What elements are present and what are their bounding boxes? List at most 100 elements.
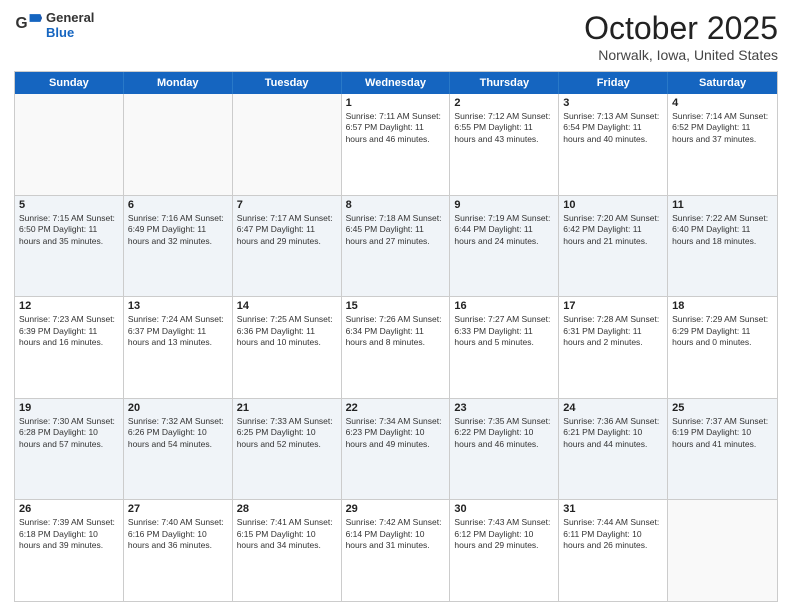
title-block: October 2025 Norwalk, Iowa, United State… (584, 10, 778, 63)
day-info-26: Sunrise: 7:39 AM Sunset: 6:18 PM Dayligh… (19, 517, 119, 551)
day-info-25: Sunrise: 7:37 AM Sunset: 6:19 PM Dayligh… (672, 416, 773, 450)
day-info-24: Sunrise: 7:36 AM Sunset: 6:21 PM Dayligh… (563, 416, 663, 450)
day-cell-19: 19Sunrise: 7:30 AM Sunset: 6:28 PM Dayli… (15, 399, 124, 500)
day-info-20: Sunrise: 7:32 AM Sunset: 6:26 PM Dayligh… (128, 416, 228, 450)
day-cell-23: 23 Sunrise: 7:35 AM Sunset: 6:22 PM Dayli… (450, 399, 559, 500)
day-number-11: 11 (672, 199, 773, 211)
day-number-14: 14 (237, 300, 337, 312)
day-cell-14: 14 Sunrise: 7:25 AM Sunset: 6:36 PM Dayli… (233, 297, 342, 398)
day-number-22: 22 (346, 402, 446, 414)
day-cell-6: 6 Sunrise: 7:16 AM Sunset: 6:49 PM Daylig… (124, 196, 233, 297)
day-cell-24: 24 Sunrise: 7:36 AM Sunset: 6:21 PM Dayli… (559, 399, 668, 500)
day-cell-5: 5 Sunrise: 7:15 AM Sunset: 6:50 PM Daylig… (15, 196, 124, 297)
day-info-30: Sunrise: 7:43 AM Sunset: 6:12 PM Dayligh… (454, 517, 554, 551)
day-cell-26: 26 Sunrise: 7:39 AM Sunset: 6:18 PM Dayli… (15, 500, 124, 601)
day-cell-16: 16 Sunrise: 7:27 AM Sunset: 6:33 PM Dayli… (450, 297, 559, 398)
calendar-row-3: 19Sunrise: 7:30 AM Sunset: 6:28 PM Dayli… (15, 399, 777, 501)
day-number-15: 15 (346, 300, 446, 312)
day-info-5: Sunrise: 7:15 AM Sunset: 6:50 PM Dayligh… (19, 213, 119, 247)
day-number-26: 26 (19, 503, 119, 515)
day-number-23: 23 (454, 402, 554, 414)
day-cell-25: 25 Sunrise: 7:37 AM Sunset: 6:19 PM Dayli… (668, 399, 777, 500)
day-number-7: 7 (237, 199, 337, 211)
day-info-10: Sunrise: 7:20 AM Sunset: 6:42 PM Dayligh… (563, 213, 663, 247)
day-number-18: 18 (672, 300, 773, 312)
day-info-16: Sunrise: 7:27 AM Sunset: 6:33 PM Dayligh… (454, 314, 554, 348)
header: G General Blue October 2025 Norwalk, Iow… (14, 10, 778, 63)
month-title: October 2025 (584, 10, 778, 47)
day-info-19: Sunrise: 7:30 AM Sunset: 6:28 PM Dayligh… (19, 416, 119, 450)
day-number-24: 24 (563, 402, 663, 414)
svg-text:G: G (16, 15, 28, 32)
day-info-3: Sunrise: 7:13 AM Sunset: 6:54 PM Dayligh… (563, 111, 663, 145)
day-info-8: Sunrise: 7:18 AM Sunset: 6:45 PM Dayligh… (346, 213, 446, 247)
day-info-13: Sunrise: 7:24 AM Sunset: 6:37 PM Dayligh… (128, 314, 228, 348)
day-number-31: 31 (563, 503, 663, 515)
day-info-1: Sunrise: 7:11 AM Sunset: 6:57 PM Dayligh… (346, 111, 446, 145)
day-info-22: Sunrise: 7:34 AM Sunset: 6:23 PM Dayligh… (346, 416, 446, 450)
empty-cell-0-1 (124, 94, 233, 195)
weekday-sunday: Sunday (15, 72, 124, 94)
day-number-29: 29 (346, 503, 446, 515)
generalblue-logo-icon: G (14, 11, 42, 39)
empty-cell-4-6 (668, 500, 777, 601)
empty-cell-0-0 (15, 94, 124, 195)
day-cell-21: 21Sunrise: 7:33 AM Sunset: 6:25 PM Dayli… (233, 399, 342, 500)
day-cell-29: 29 Sunrise: 7:42 AM Sunset: 6:14 PM Dayli… (342, 500, 451, 601)
day-cell-8: 8Sunrise: 7:18 AM Sunset: 6:45 PM Daylig… (342, 196, 451, 297)
day-info-14: Sunrise: 7:25 AM Sunset: 6:36 PM Dayligh… (237, 314, 337, 348)
day-cell-9: 9 Sunrise: 7:19 AM Sunset: 6:44 PM Daylig… (450, 196, 559, 297)
day-cell-4: 4 Sunrise: 7:14 AM Sunset: 6:52 PM Daylig… (668, 94, 777, 195)
day-number-3: 3 (563, 97, 663, 109)
day-info-21: Sunrise: 7:33 AM Sunset: 6:25 PM Dayligh… (237, 416, 337, 450)
day-cell-13: 13 Sunrise: 7:24 AM Sunset: 6:37 PM Dayli… (124, 297, 233, 398)
day-info-23: Sunrise: 7:35 AM Sunset: 6:22 PM Dayligh… (454, 416, 554, 450)
calendar-row-1: 5 Sunrise: 7:15 AM Sunset: 6:50 PM Daylig… (15, 196, 777, 298)
day-number-28: 28 (237, 503, 337, 515)
day-cell-20: 20Sunrise: 7:32 AM Sunset: 6:26 PM Dayli… (124, 399, 233, 500)
weekday-tuesday: Tuesday (233, 72, 342, 94)
calendar-header: SundayMondayTuesdayWednesdayThursdayFrid… (15, 72, 777, 94)
day-cell-12: 12Sunrise: 7:23 AM Sunset: 6:39 PM Dayli… (15, 297, 124, 398)
day-info-4: Sunrise: 7:14 AM Sunset: 6:52 PM Dayligh… (672, 111, 773, 145)
day-cell-3: 3 Sunrise: 7:13 AM Sunset: 6:54 PM Daylig… (559, 94, 668, 195)
page: G General Blue October 2025 Norwalk, Iow… (0, 0, 792, 612)
day-number-16: 16 (454, 300, 554, 312)
calendar-row-2: 12Sunrise: 7:23 AM Sunset: 6:39 PM Dayli… (15, 297, 777, 399)
day-info-27: Sunrise: 7:40 AM Sunset: 6:16 PM Dayligh… (128, 517, 228, 551)
logo-general: General (46, 10, 94, 25)
logo-text: General Blue (46, 10, 94, 40)
calendar: SundayMondayTuesdayWednesdayThursdayFrid… (14, 71, 778, 602)
day-cell-7: 7Sunrise: 7:17 AM Sunset: 6:47 PM Daylig… (233, 196, 342, 297)
day-number-4: 4 (672, 97, 773, 109)
day-info-17: Sunrise: 7:28 AM Sunset: 6:31 PM Dayligh… (563, 314, 663, 348)
day-number-9: 9 (454, 199, 554, 211)
weekday-saturday: Saturday (668, 72, 777, 94)
day-cell-22: 22 Sunrise: 7:34 AM Sunset: 6:23 PM Dayli… (342, 399, 451, 500)
logo: G General Blue (14, 10, 94, 40)
day-number-6: 6 (128, 199, 228, 211)
day-info-6: Sunrise: 7:16 AM Sunset: 6:49 PM Dayligh… (128, 213, 228, 247)
day-number-17: 17 (563, 300, 663, 312)
day-info-15: Sunrise: 7:26 AM Sunset: 6:34 PM Dayligh… (346, 314, 446, 348)
day-info-9: Sunrise: 7:19 AM Sunset: 6:44 PM Dayligh… (454, 213, 554, 247)
location: Norwalk, Iowa, United States (584, 47, 778, 63)
day-number-25: 25 (672, 402, 773, 414)
day-number-5: 5 (19, 199, 119, 211)
day-info-29: Sunrise: 7:42 AM Sunset: 6:14 PM Dayligh… (346, 517, 446, 551)
weekday-monday: Monday (124, 72, 233, 94)
day-info-28: Sunrise: 7:41 AM Sunset: 6:15 PM Dayligh… (237, 517, 337, 551)
day-cell-1: 1Sunrise: 7:11 AM Sunset: 6:57 PM Daylig… (342, 94, 451, 195)
empty-cell-0-2 (233, 94, 342, 195)
day-cell-11: 11Sunrise: 7:22 AM Sunset: 6:40 PM Dayli… (668, 196, 777, 297)
day-cell-17: 17 Sunrise: 7:28 AM Sunset: 6:31 PM Dayli… (559, 297, 668, 398)
day-cell-15: 15 Sunrise: 7:26 AM Sunset: 6:34 PM Dayli… (342, 297, 451, 398)
day-cell-27: 27 Sunrise: 7:40 AM Sunset: 6:16 PM Dayli… (124, 500, 233, 601)
weekday-wednesday: Wednesday (342, 72, 451, 94)
day-number-27: 27 (128, 503, 228, 515)
day-number-13: 13 (128, 300, 228, 312)
day-number-2: 2 (454, 97, 554, 109)
calendar-row-0: 1Sunrise: 7:11 AM Sunset: 6:57 PM Daylig… (15, 94, 777, 196)
day-cell-31: 31Sunrise: 7:44 AM Sunset: 6:11 PM Dayli… (559, 500, 668, 601)
day-cell-2: 2Sunrise: 7:12 AM Sunset: 6:55 PM Daylig… (450, 94, 559, 195)
